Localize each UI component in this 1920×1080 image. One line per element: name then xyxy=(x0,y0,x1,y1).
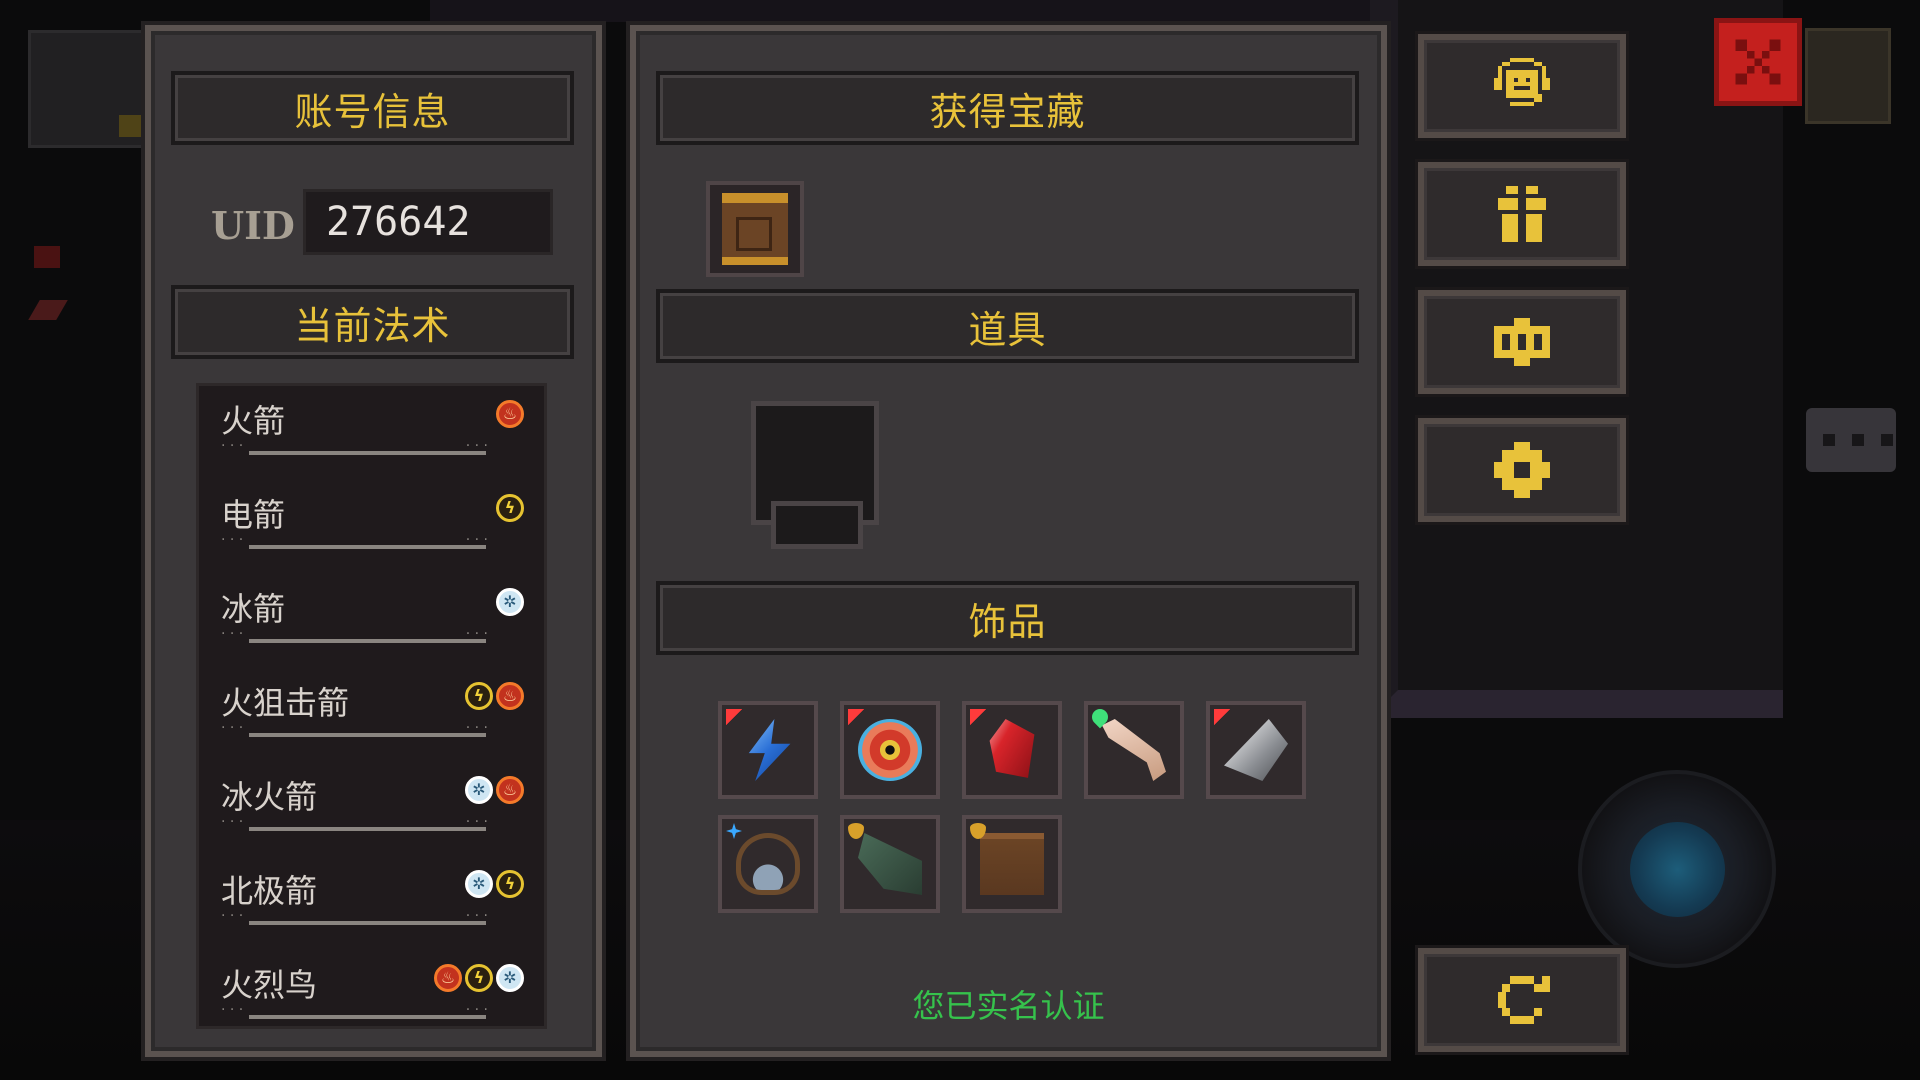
account-info-title: 账号信息 xyxy=(171,71,574,145)
accessory-slot[interactable] xyxy=(840,701,940,799)
attack-icon xyxy=(28,300,68,320)
accessory-slot[interactable] xyxy=(718,701,818,799)
green-claw-icon xyxy=(858,833,922,895)
virtual-joystick xyxy=(1578,770,1776,968)
skull-necklace-icon xyxy=(736,833,800,895)
spell-list[interactable]: 火箭♨电箭ϟ冰箭✲火狙击箭ϟ♨冰火箭✲♨北极箭✲ϟ火烈鸟♨ϟ✲ xyxy=(196,383,547,1029)
current-spells-title: 当前法术 xyxy=(171,285,574,359)
treasure-slot[interactable] xyxy=(706,181,804,277)
redeem-code-button[interactable] xyxy=(1418,290,1626,394)
settings-gear-icon xyxy=(1494,442,1550,498)
spell-divider xyxy=(221,720,522,738)
red-crystal-icon xyxy=(989,719,1035,778)
chat-bubble-icon xyxy=(1806,408,1896,472)
spell-row[interactable]: 火狙击箭 ϟ ♨ xyxy=(199,668,544,762)
lightning-element-icon: ϟ xyxy=(465,682,493,710)
accessory-slot[interactable] xyxy=(718,815,818,913)
blue-lightning-bolt-icon xyxy=(748,719,791,781)
spell-divider xyxy=(221,438,522,456)
ice-element-icon: ✲ xyxy=(465,776,493,804)
bone-wand-icon xyxy=(1102,719,1166,781)
fire-element-icon: ♨ xyxy=(496,682,524,710)
refresh-button[interactable] xyxy=(1418,948,1626,1052)
blue-star-badge-icon xyxy=(726,823,742,839)
spell-row[interactable]: 冰箭 ✲ xyxy=(199,574,544,668)
heart-icon xyxy=(34,246,60,268)
spell-divider xyxy=(221,626,522,644)
gift-icon xyxy=(1498,186,1546,242)
blue-rune-scroll-icon xyxy=(980,833,1044,895)
accessories-title: 饰品 xyxy=(656,581,1359,655)
spell-row[interactable]: 火烈鸟 ♨ ϟ ✲ xyxy=(199,950,544,1026)
spell-name: 火箭 xyxy=(221,402,286,440)
spell-row[interactable]: 火箭 ♨ xyxy=(199,386,544,480)
real-name-verified-text: 您已实名认证 xyxy=(912,987,1105,1025)
spell-name: 北极箭 xyxy=(221,872,318,910)
ice-element-icon: ✲ xyxy=(496,964,524,992)
spell-element-icons: ϟ xyxy=(496,494,524,522)
uid-label: UID xyxy=(211,203,295,248)
fire-element-icon: ♨ xyxy=(434,964,462,992)
spell-divider xyxy=(221,532,522,550)
treasure-title: 获得宝藏 xyxy=(656,71,1359,145)
fire-element-icon: ♨ xyxy=(496,400,524,428)
account-info-panel: 账号信息 UID 276642 当前法术 火箭♨电箭ϟ冰箭✲火狙击箭ϟ♨冰火箭✲… xyxy=(145,25,602,1057)
close-button[interactable] xyxy=(1714,18,1802,106)
spell-divider xyxy=(221,1002,522,1020)
spell-name: 火烈鸟 xyxy=(221,966,318,1004)
refresh-icon xyxy=(1498,976,1550,1024)
spell-name: 冰火箭 xyxy=(221,778,318,816)
spell-element-icons: ✲ ϟ xyxy=(465,870,524,898)
customer-service-icon xyxy=(1494,58,1550,106)
accessory-slot[interactable] xyxy=(962,701,1062,799)
settings-button[interactable] xyxy=(1418,418,1626,522)
lightning-element-icon: ϟ xyxy=(496,494,524,522)
spell-name: 火狙击箭 xyxy=(221,684,350,722)
archery-target-icon xyxy=(858,719,922,781)
props-title: 道具 xyxy=(656,289,1359,363)
spell-name: 冰箭 xyxy=(221,590,286,628)
lightning-element-icon: ϟ xyxy=(465,964,493,992)
accessory-slot[interactable] xyxy=(962,815,1062,913)
ice-element-icon: ✲ xyxy=(496,588,524,616)
accessory-slot[interactable] xyxy=(1084,701,1184,799)
loot-panel: 获得宝藏 道具 饰品 您已实名认证 xyxy=(630,25,1387,1057)
player-avatar xyxy=(28,30,144,148)
lock-icon xyxy=(1805,28,1891,124)
scroll-icon xyxy=(722,193,788,265)
fire-element-icon: ♨ xyxy=(496,776,524,804)
props-slot-tab xyxy=(771,501,863,549)
spell-element-icons: ♨ ϟ ✲ xyxy=(434,964,524,992)
accessory-slot[interactable] xyxy=(840,815,940,913)
spell-divider xyxy=(221,908,522,926)
uid-value[interactable]: 276642 xyxy=(303,189,553,255)
accessory-slot[interactable] xyxy=(1206,701,1306,799)
background-wall xyxy=(430,0,1430,22)
red-arrow-badge-icon xyxy=(1214,709,1230,725)
lightning-element-icon: ϟ xyxy=(496,870,524,898)
spell-divider xyxy=(221,814,522,832)
spell-element-icons: ϟ ♨ xyxy=(465,682,524,710)
red-arrow-badge-icon xyxy=(970,709,986,725)
ice-element-icon: ✲ xyxy=(465,870,493,898)
red-arrow-badge-icon xyxy=(726,709,742,725)
close-icon xyxy=(1735,39,1781,85)
red-arrow-badge-icon xyxy=(848,709,864,725)
silver-arrowhead-icon xyxy=(1224,719,1288,781)
spell-element-icons: ✲ ♨ xyxy=(465,776,524,804)
code-redeem-icon xyxy=(1494,318,1550,366)
shield-badge-icon xyxy=(848,823,864,839)
spell-element-icons: ♨ xyxy=(496,400,524,428)
spell-row[interactable]: 冰火箭 ✲ ♨ xyxy=(199,762,544,856)
spell-row[interactable]: 北极箭 ✲ ϟ xyxy=(199,856,544,950)
spell-name: 电箭 xyxy=(221,496,286,534)
customer-service-button[interactable] xyxy=(1418,34,1626,138)
spell-row[interactable]: 电箭 ϟ xyxy=(199,480,544,574)
spell-element-icons: ✲ xyxy=(496,588,524,616)
gift-button[interactable] xyxy=(1418,162,1626,266)
